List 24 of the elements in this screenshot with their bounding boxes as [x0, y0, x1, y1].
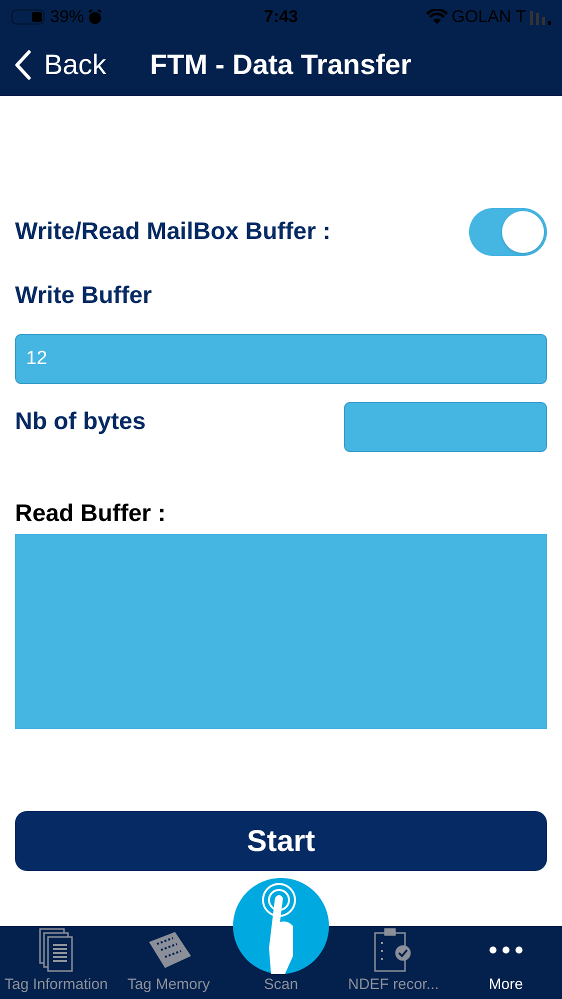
tab-bar-item[interactable]: NDEF recor...	[337, 926, 450, 999]
tab-bar-item[interactable]: Tag Memory	[112, 926, 225, 999]
status-time: 7:43	[264, 6, 298, 28]
touch-finger-icon	[233, 878, 330, 974]
alarm-icon	[88, 9, 102, 25]
more-icon	[488, 946, 523, 954]
mailbox-toggle[interactable]	[469, 208, 547, 256]
signal-icon	[530, 9, 552, 25]
battery-icon	[10, 8, 46, 26]
back-button[interactable]: Back	[14, 44, 150, 86]
start-button[interactable]: Start	[15, 811, 547, 871]
tab-bar-item[interactable]: Scan	[224, 878, 338, 999]
tab-bar-item[interactable]: More	[450, 926, 562, 999]
screen-title: FTM - Data Transfer	[150, 48, 412, 82]
read-buffer-label: Read Buffer :	[15, 499, 167, 529]
nb-of-bytes-label: Nb of bytes	[15, 407, 146, 437]
carrier-name: GOLAN T	[452, 6, 526, 28]
nb-of-bytes-field[interactable]	[344, 402, 547, 452]
wifi-icon	[426, 9, 448, 25]
back-chevron-icon	[14, 50, 32, 80]
write-buffer-label: Write Buffer	[15, 281, 153, 311]
mailbox-label: Write/Read MailBox Buffer :	[15, 217, 331, 247]
battery-percentage: 39%	[50, 6, 84, 28]
tab-bar-item[interactable]: Tag Information	[0, 926, 112, 999]
